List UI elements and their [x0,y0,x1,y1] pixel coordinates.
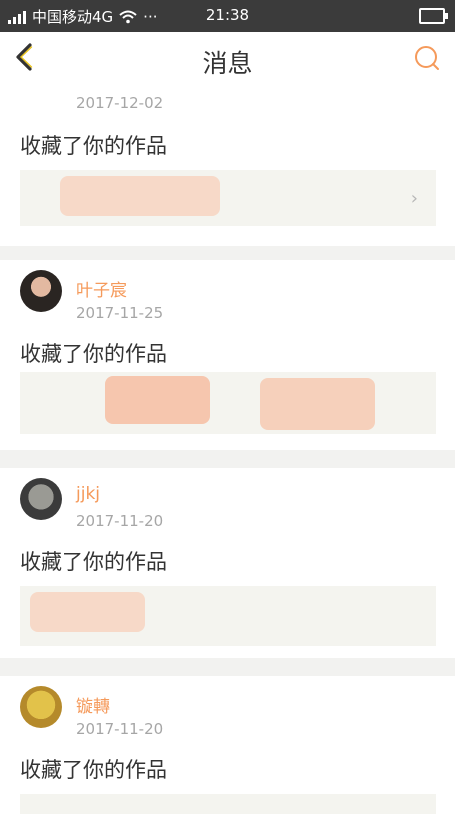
work-thumbnail [260,378,375,430]
status-bar: 中国移动4G ··· 21:38 [0,0,455,32]
work-thumbnail [105,376,210,424]
status-time: 21:38 [205,6,250,24]
message-action: 收藏了你的作品 [20,342,167,366]
sender-name[interactable]: 镟轉 [76,692,110,717]
sender-name[interactable]: 叶子宸 [76,276,127,301]
work-thumbnail [60,176,220,216]
search-icon[interactable] [413,44,441,72]
list-item[interactable]: 2017-12-02 收藏了你的作品 › [0,76,455,246]
list-item[interactable]: 镟轉 2017-11-20 收藏了你的作品 [0,676,455,816]
avatar[interactable] [20,270,62,312]
message-date: 2017-11-20 [76,512,164,530]
page-title: 消息 [202,49,253,78]
message-date: 2017-12-02 [76,94,164,112]
avatar[interactable] [20,686,62,728]
work-preview[interactable] [20,372,436,434]
message-action: 收藏了你的作品 [20,550,167,574]
list-item[interactable]: 叶子宸 2017-11-25 收藏了你的作品 [0,260,455,450]
avatar[interactable] [20,478,62,520]
work-preview[interactable] [20,586,436,646]
list-item[interactable]: jjkj 2017-11-20 收藏了你的作品 [0,468,455,658]
sender-name[interactable]: jjkj [76,484,100,504]
message-date: 2017-11-25 [76,304,164,322]
work-thumbnail [30,592,145,632]
message-date: 2017-11-20 [76,720,164,738]
work-preview[interactable] [20,794,436,814]
message-action: 收藏了你的作品 [20,134,167,158]
message-action: 收藏了你的作品 [20,758,167,782]
work-preview[interactable]: › [20,170,436,226]
battery-icon [419,8,448,24]
chevron-right-icon: › [410,188,418,209]
